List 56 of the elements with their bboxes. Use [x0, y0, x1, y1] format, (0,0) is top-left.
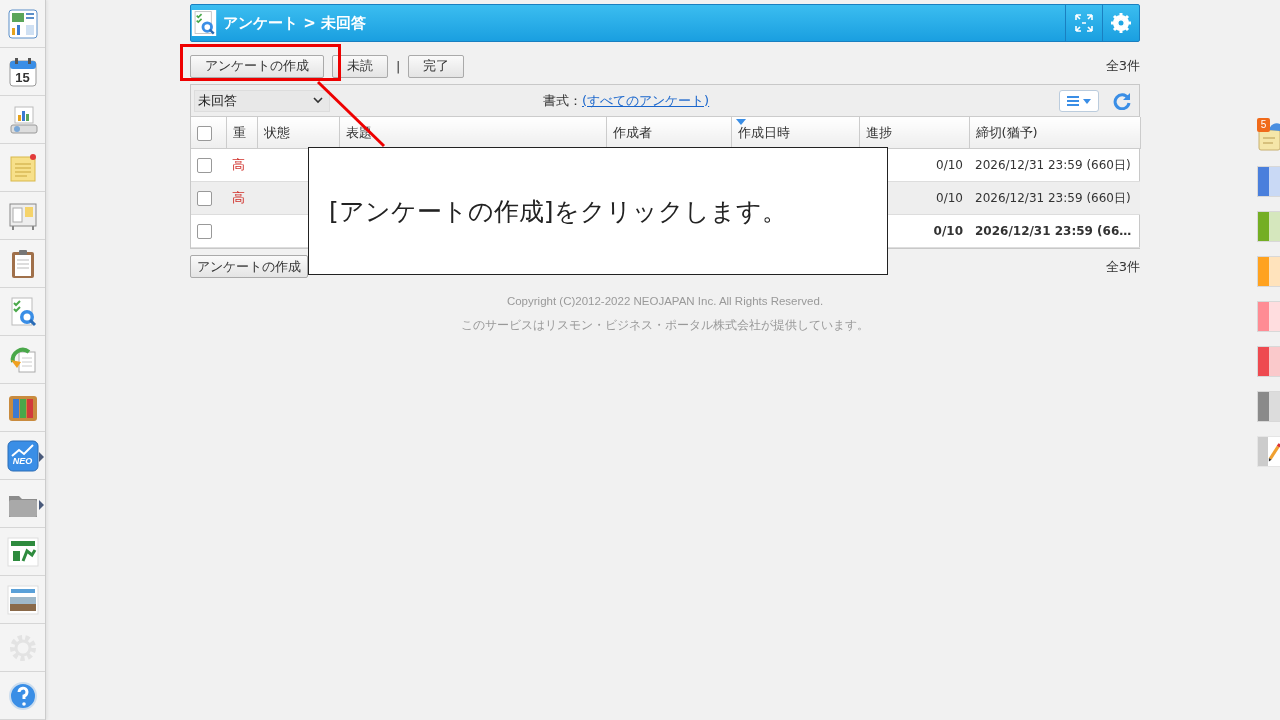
format-link[interactable]: (すべてのアンケート): [582, 92, 710, 110]
expand-icon: [1075, 14, 1093, 32]
count-badge: 5: [1257, 118, 1270, 132]
progress: 0/10: [936, 158, 963, 172]
progress: 0/10: [933, 224, 963, 238]
expand-arrow-icon[interactable]: [39, 452, 44, 462]
color-tab[interactable]: [1257, 211, 1280, 242]
list-icon: [1066, 94, 1092, 107]
chevron-icon: [313, 96, 323, 105]
color-tab[interactable]: [1257, 256, 1280, 287]
dashboard-icon[interactable]: [6, 7, 39, 40]
pen-tab[interactable]: [1257, 436, 1280, 467]
row-checkbox[interactable]: [197, 223, 212, 239]
create-survey-button[interactable]: アンケートの作成: [190, 54, 324, 78]
progress: 0/10: [936, 191, 963, 205]
banner-icon[interactable]: [6, 583, 39, 616]
callout-text: [アンケートの作成]をクリックします。: [308, 147, 888, 275]
color-tab[interactable]: [1257, 166, 1280, 197]
help-icon[interactable]: [6, 679, 39, 712]
expand-arrow-icon[interactable]: [39, 500, 44, 510]
filter-dropdown[interactable]: 未回答: [194, 89, 330, 112]
deadline: 2026/12/31 23:59 (660日): [975, 157, 1131, 172]
row-checkbox[interactable]: [197, 190, 212, 206]
color-tab[interactable]: [1257, 346, 1280, 377]
color-tab[interactable]: [1257, 391, 1280, 422]
unread-button[interactable]: 未読: [332, 54, 388, 78]
select-all-checkbox[interactable]: [197, 125, 212, 141]
deadline: 2026/12/31 23:59 (660日): [975, 190, 1131, 205]
survey-icon: [191, 8, 217, 38]
separator: |: [396, 58, 401, 74]
done-button[interactable]: 完了: [408, 54, 465, 78]
neo-label: NEO: [12, 456, 33, 466]
calendar-date: 15: [15, 70, 30, 84]
calendar-icon[interactable]: [6, 55, 39, 88]
settings-icon: [1111, 13, 1131, 33]
refresh-icon[interactable]: [1113, 91, 1131, 110]
total-count: 全3件: [1105, 257, 1140, 276]
status-header[interactable]: 状態: [263, 124, 290, 140]
deadline-header[interactable]: 締切(猶予): [975, 124, 1038, 140]
color-tab[interactable]: [1257, 301, 1280, 332]
format-label: 書式：: [543, 92, 582, 110]
create-survey-button[interactable]: アンケートの作成: [190, 255, 308, 278]
neo-icon[interactable]: [6, 439, 39, 472]
leader-line: [316, 80, 386, 148]
progress-header[interactable]: 進捗: [865, 124, 892, 140]
row-checkbox[interactable]: [197, 157, 212, 173]
view-menu-button[interactable]: [1059, 89, 1099, 112]
priority: 高: [232, 190, 245, 205]
deadline: 2026/12/31 23:59 (66…: [975, 224, 1132, 238]
total-count: 全3件: [1105, 57, 1140, 75]
footer-text: このサービスはリスモン・ビジネス・ポータル株式会社が提供しています。: [461, 318, 869, 333]
page-title: アンケート > 未回答: [223, 13, 366, 33]
author-header[interactable]: 作成者: [612, 124, 652, 140]
logo-icon[interactable]: [6, 535, 39, 568]
priority: 高: [232, 157, 245, 172]
footer-text: Copyright (C)2012-2022 NEOJAPAN Inc. All Rights Reserved.: [506, 295, 824, 307]
